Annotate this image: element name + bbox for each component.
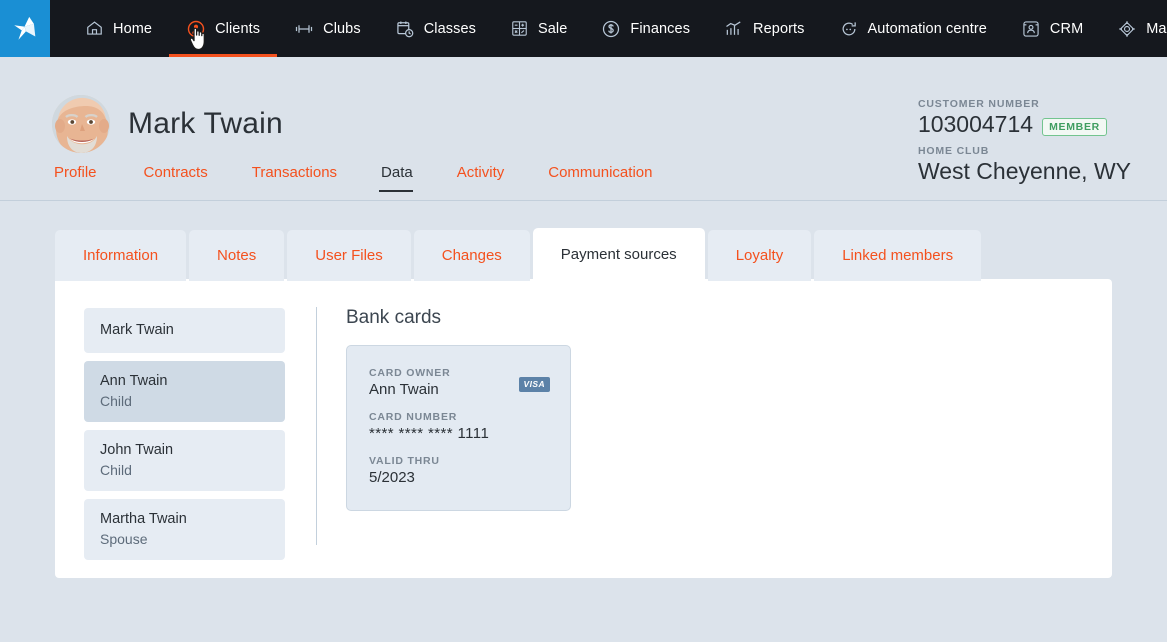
- card-number-group: CARD NUMBER **** **** **** 1111: [369, 411, 548, 442]
- top-navigation-bar: Home Clients Clubs: [0, 0, 1167, 57]
- customer-subtabs: Profile Contracts Transactions Data Acti…: [54, 164, 696, 192]
- tab-changes[interactable]: Changes: [414, 230, 530, 281]
- nav-label-reports: Reports: [753, 21, 804, 37]
- home-club-value: West Cheyenne, WY: [918, 158, 1131, 185]
- subtab-data[interactable]: Data: [381, 164, 433, 192]
- subtab-contracts[interactable]: Contracts: [144, 164, 228, 192]
- member-relation: Child: [100, 460, 285, 480]
- nav-label-classes: Classes: [424, 21, 476, 37]
- member-name: John Twain: [100, 441, 285, 460]
- nav-label-finances: Finances: [630, 21, 690, 37]
- nav-label-clubs: Clubs: [323, 21, 361, 37]
- nav-label-marketing: Marketing: [1146, 21, 1167, 37]
- vertical-divider: [316, 307, 317, 545]
- nav-item-clubs[interactable]: Clubs: [277, 0, 378, 57]
- person-circle-icon: [186, 19, 206, 39]
- home-club-label: HOME CLUB: [918, 145, 1131, 157]
- user-photo-avatar-icon: [52, 95, 110, 153]
- subtab-activity[interactable]: Activity: [457, 164, 525, 192]
- tab-information[interactable]: Information: [55, 230, 186, 281]
- nav-item-marketing[interactable]: Marketing: [1100, 0, 1167, 57]
- nav-item-reports[interactable]: Reports: [707, 0, 821, 57]
- valid-thru-label: VALID THRU: [369, 455, 548, 467]
- card-number-label: CARD NUMBER: [369, 411, 548, 423]
- list-item[interactable]: Martha Twain Spouse: [84, 499, 285, 560]
- bank-card[interactable]: VISA CARD OWNER Ann Twain CARD NUMBER **…: [346, 345, 571, 511]
- section-title: Bank cards: [346, 307, 571, 329]
- customer-identity: Mark Twain: [52, 95, 283, 153]
- card-number-value: **** **** **** 1111: [369, 425, 548, 442]
- crm-badge-icon: [1021, 19, 1041, 39]
- member-relation: Spouse: [100, 529, 285, 549]
- tab-linked-members[interactable]: Linked members: [814, 230, 981, 281]
- member-name: Mark Twain: [100, 321, 285, 340]
- tab-notes[interactable]: Notes: [189, 230, 284, 281]
- nav-item-clients[interactable]: Clients: [169, 0, 277, 57]
- payment-sources-panel: Mark Twain Ann Twain Child John Twain Ch…: [55, 279, 1112, 578]
- list-item[interactable]: Mark Twain: [84, 308, 285, 353]
- nav-label-crm: CRM: [1050, 21, 1083, 37]
- valid-thru-value: 5/2023: [369, 469, 548, 486]
- tab-payment-sources[interactable]: Payment sources: [533, 228, 705, 281]
- member-name: Martha Twain: [100, 510, 285, 529]
- customer-number-value: 103004714: [918, 111, 1033, 138]
- nav-item-home[interactable]: Home: [68, 0, 169, 57]
- nav-item-classes[interactable]: Classes: [378, 0, 493, 57]
- target-diamond-icon: [1117, 19, 1137, 39]
- related-members-list: Mark Twain Ann Twain Child John Twain Ch…: [84, 308, 285, 568]
- nav-item-sale[interactable]: Sale: [493, 0, 584, 57]
- customer-meta: CUSTOMER NUMBER 103004714 MEMBER HOME CL…: [918, 98, 1131, 185]
- list-item[interactable]: John Twain Child: [84, 430, 285, 491]
- app-logo[interactable]: [0, 0, 50, 57]
- nav-label-sale: Sale: [538, 21, 567, 37]
- calendar-clock-icon: [395, 19, 415, 39]
- status-badge: MEMBER: [1042, 118, 1107, 136]
- customer-number-label: CUSTOMER NUMBER: [918, 98, 1131, 110]
- member-name: Ann Twain: [100, 372, 285, 391]
- nav-label-home: Home: [113, 21, 152, 37]
- nav-label-clients: Clients: [215, 21, 260, 37]
- subtab-transactions[interactable]: Transactions: [252, 164, 357, 192]
- customer-number-row: 103004714 MEMBER: [918, 111, 1131, 138]
- star-arrow-logo-icon: [10, 14, 40, 44]
- calculator-icon: [510, 19, 529, 38]
- nav-item-automation-centre[interactable]: Automation centre: [822, 0, 1004, 57]
- refresh-cycle-icon: [839, 19, 859, 39]
- subtab-communication[interactable]: Communication: [548, 164, 672, 192]
- nav-label-automation-centre: Automation centre: [868, 21, 987, 37]
- content-tab-strip: Information Notes User Files Changes Pay…: [55, 228, 981, 281]
- list-item[interactable]: Ann Twain Child: [84, 361, 285, 422]
- customer-header: Mark Twain Profile Contracts Transaction…: [0, 57, 1167, 201]
- visa-brand-icon: VISA: [519, 377, 550, 392]
- bank-cards-section: Bank cards VISA CARD OWNER Ann Twain CAR…: [346, 307, 571, 511]
- home-icon: [85, 19, 104, 38]
- tab-user-files[interactable]: User Files: [287, 230, 411, 281]
- valid-thru-group: VALID THRU 5/2023: [369, 455, 548, 486]
- page-title: Mark Twain: [128, 107, 283, 141]
- member-relation: Child: [100, 391, 285, 411]
- nav-item-list: Home Clients Clubs: [50, 0, 1167, 57]
- bar-chart-icon: [724, 19, 744, 39]
- dumbbell-icon: [294, 19, 314, 39]
- nav-item-crm[interactable]: CRM: [1004, 0, 1100, 57]
- nav-item-finances[interactable]: Finances: [584, 0, 707, 57]
- tab-loyalty[interactable]: Loyalty: [708, 230, 812, 281]
- subtab-profile[interactable]: Profile: [54, 164, 117, 192]
- avatar: [52, 95, 110, 153]
- dollar-circle-icon: [601, 19, 621, 39]
